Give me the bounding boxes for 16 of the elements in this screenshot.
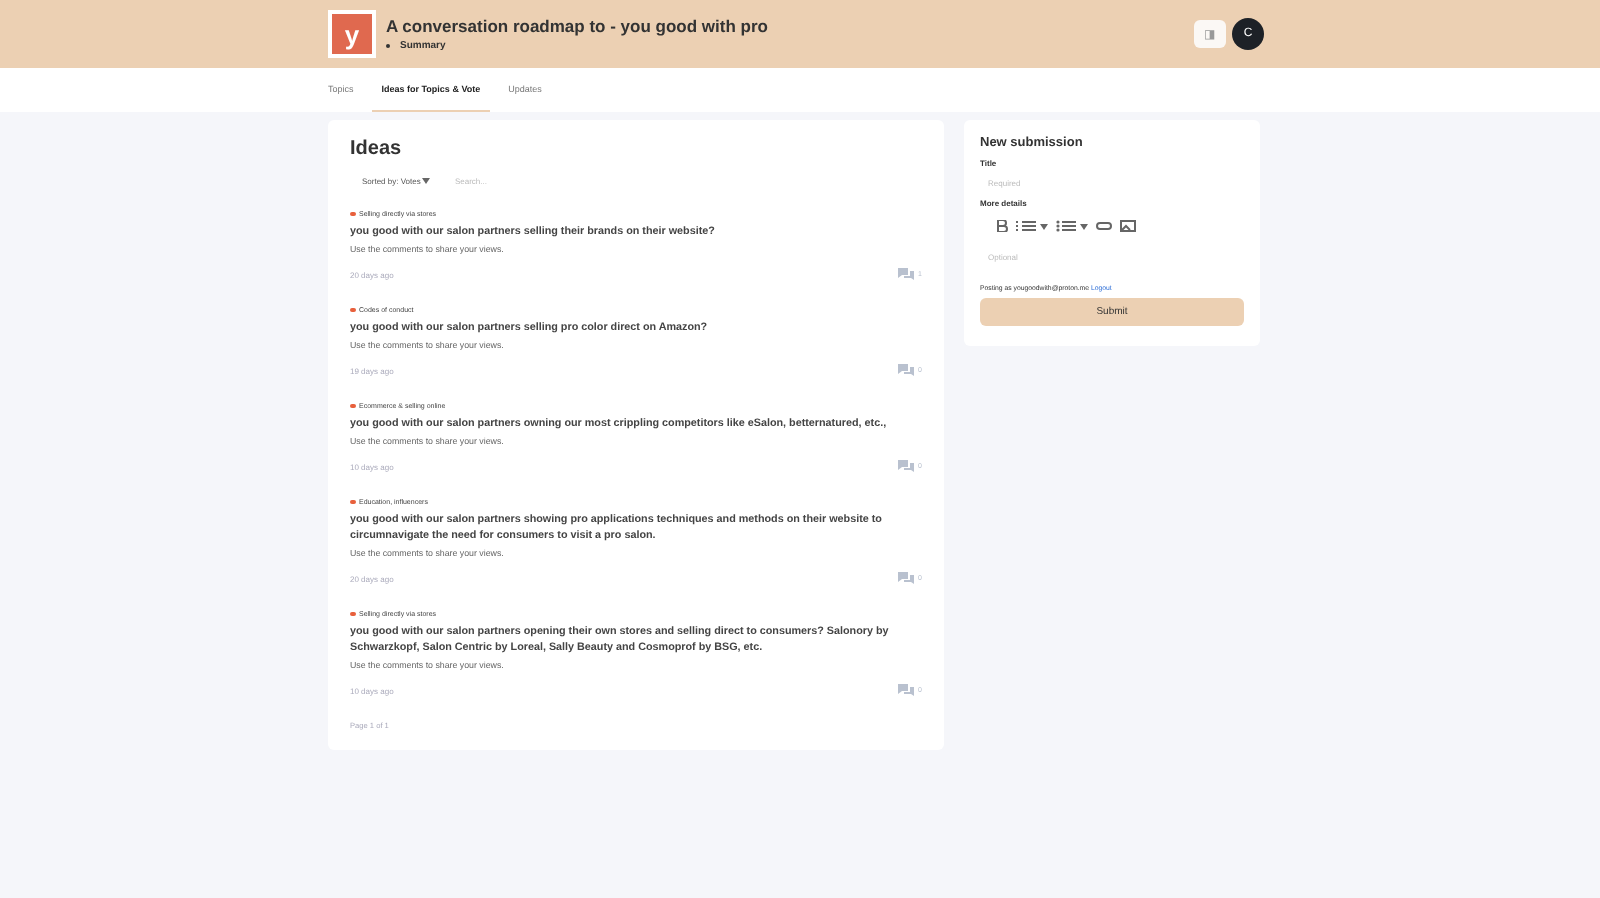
caret-icon[interactable] xyxy=(1040,223,1048,229)
comments-icon xyxy=(898,684,915,696)
image-icon[interactable] xyxy=(1120,220,1136,232)
link-icon[interactable] xyxy=(1096,220,1112,232)
bold-icon[interactable] xyxy=(996,220,1008,232)
comments-icon xyxy=(898,364,915,376)
ideas-heading: Ideas xyxy=(350,138,404,160)
comments-icon xyxy=(898,460,915,472)
comments-icon xyxy=(898,572,915,584)
comments-icon xyxy=(898,268,915,280)
caret-icon xyxy=(422,178,431,184)
numbered-list-icon[interactable] xyxy=(1016,220,1036,232)
logo: y xyxy=(328,10,376,58)
caret-icon[interactable] xyxy=(1080,223,1088,229)
page-title: A conversation roadmap to - you good with pro xyxy=(386,16,770,36)
bullet-list-icon[interactable] xyxy=(1056,220,1076,232)
